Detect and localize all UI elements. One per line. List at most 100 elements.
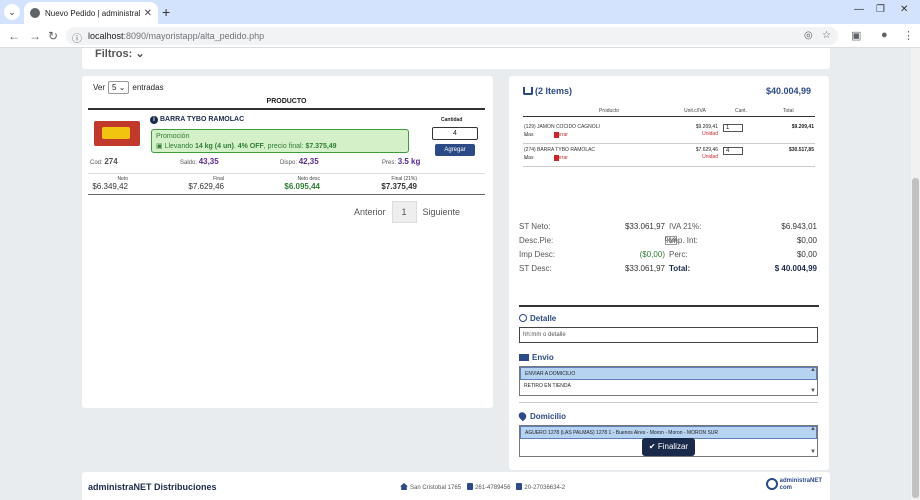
pres-stat: Pres: 3.5 kg [382,157,421,166]
envio-option[interactable]: RETIRO EN TIENDA [520,380,817,393]
page-size-select[interactable]: 5 ⌄ [108,81,130,94]
prev-page-button[interactable]: Anterior [354,207,386,217]
col-unit: Unit.c/IVA [684,108,706,114]
footer-contact: San Cristobal 1765 261-4789456 20-27036634… [400,483,565,491]
page-1-button[interactable]: 1 [391,201,417,223]
footer: administraNET Distribuciones San Cristob… [82,472,830,500]
footer-brand: administraNET Distribuciones [88,482,217,492]
url-host: localhost [88,31,124,41]
forward-icon[interactable]: → [29,29,41,43]
envio-select[interactable]: ENVIAR A DOMICILIO RETIRO EN TIENDA ▲ ▼ [519,366,818,396]
info-icon[interactable]: i [150,116,158,124]
cart-row-total: $9.209,41 [791,124,814,130]
cart-row: (129) JAMON COCIDO CAGNOLI $9.209,41 Uni… [523,122,815,144]
cod-stat: Cod: 274 [90,157,118,166]
saldo-stat: Saldo: 43,35 [180,157,219,166]
final-21-cell: Final (21%) $7.375,49 [381,176,417,191]
totals-row: ST Desc: $33.061,97 Total: $ 40.004,99 [519,264,819,276]
footer-logo: administraNET com [765,478,822,492]
page-size-control: Ver 5 ⌄ entradas [93,81,164,94]
final-cell: Final $7.629,46 [188,176,224,191]
home-icon [400,483,408,490]
scroll-up-icon[interactable]: ▲ [810,426,816,432]
eye-off-icon[interactable]: ◎ [804,30,813,41]
product-column-header: PRODUCTO [88,98,485,110]
truck-icon [519,354,529,361]
imp-int-label: Imp. Int: [669,236,698,245]
col-total: Total [783,108,794,114]
close-window-icon[interactable]: ✕ [900,4,908,15]
url-path: :8090/mayoristapp/alta_pedido.php [123,31,265,41]
scroll-down-icon[interactable]: ▼ [810,449,816,455]
pagination: Anterior 1 Siguiente [354,201,460,223]
cart-row: (274) BARRA TYBO RAMOLAC $7.629,46 Unida… [523,145,815,167]
restore-icon[interactable]: ❐ [876,4,885,15]
entries-label: entradas [132,83,164,92]
total-label: Total: [669,264,691,273]
add-button[interactable]: Agregar [435,144,475,156]
product-image [94,121,140,146]
back-icon[interactable]: ← [8,29,20,43]
minimize-icon[interactable]: — [854,4,864,15]
neto-desc-cell: Neto desc $6.095,44 [284,176,320,191]
quantity-input[interactable]: 4 [432,127,478,140]
cart-row-unit-label: Unidad [702,154,718,160]
reload-icon[interactable]: ↻ [48,29,58,43]
scrollbar-thumb[interactable] [912,178,919,498]
browser-toolbar: ← → ↻ ⓘ localhost:8090/mayoristapp/alta_… [0,24,920,48]
st-neto-value: $33.061,97 [624,222,665,231]
product-name[interactable]: i BARRA TYBO RAMOLAC [150,116,244,124]
bookmark-star-icon[interactable]: ☆ [822,30,831,41]
tab-title: Nuevo Pedido | administraNET ... [45,8,140,18]
scroll-up-icon[interactable]: ▲ [810,367,816,373]
tab-search-icon[interactable]: ⌄ [4,4,20,20]
st-desc-value: $33.061,97 [624,264,665,273]
chevron-down-icon: ⌄ [135,48,145,60]
scroll-down-icon[interactable]: ▼ [810,388,816,394]
logo-icon [765,478,778,490]
cart-icon [523,87,533,95]
cart-card: (2 Items) $40.004,99 Producto Unit.c/IVA… [509,76,829,470]
map-pin-icon [517,410,528,422]
gift-icon: ▣ [156,143,163,150]
cart-header-row: Producto Unit.c/IVA Cant. Total [523,108,815,117]
cart-row-qty-input[interactable]: 1 [723,124,743,132]
cart-row-unit-price: $9.209,41 [695,124,718,130]
next-page-button[interactable]: Siguiente [423,207,461,217]
filters-label[interactable]: Filtros: ⌄ [95,48,145,60]
section-divider [519,402,818,403]
extensions-icon[interactable]: ▣ [851,29,861,42]
browser-tab[interactable]: Nuevo Pedido | administraNET ... ✕ [24,2,158,24]
filters-panel[interactable]: Filtros: ⌄ [82,48,830,69]
address-bar[interactable]: ⓘ localhost:8090/mayoristapp/alta_pedido… [66,27,838,45]
iva-value: $6.943,01 [781,222,817,231]
check-icon: ✔ [648,442,656,451]
product-list-card: Ver 5 ⌄ entradas PRODUCTO i BARRA TYBO RA… [82,76,493,408]
menu-icon[interactable]: ⋮ [903,29,914,42]
finalizar-button[interactable]: ✔ Finalizar [642,438,695,456]
totals-divider [519,305,819,307]
site-info-icon[interactable]: ⓘ [72,30,82,45]
totals-row: ST Neto: $33.061,97 IVA 21%: $6.943,01 [519,222,819,234]
envio-option[interactable]: ENVIAR A DOMICILIO [520,367,817,380]
cart-row-unit-label: Unidad [702,131,718,137]
phone-icon [467,483,474,490]
quantity-label: Cantidad [441,117,463,123]
tab-close-icon[interactable]: ✕ [144,8,152,19]
profile-avatar-icon[interactable]: ● [881,29,888,41]
total-value: $ 40.004,99 [774,264,817,273]
perc-value: $0,00 [796,250,817,259]
table-divider [88,194,485,195]
totals-row: Imp Desc: ($0,00) Perc: $0,00 [519,250,819,262]
new-tab-button[interactable]: + [162,4,170,20]
cart-row-qty-input[interactable]: 4 [723,147,743,155]
promo-box: Promoción ▣ Llevando 14 kg (4 un). 4% OF… [151,129,409,153]
domicilio-section-title: Domicilio [517,410,819,422]
detalle-input[interactable]: hh:mm o detalle [519,327,818,343]
page-scrollbar[interactable] [911,48,920,500]
imp-desc-label: Imp Desc: [519,250,556,259]
detalle-section-title: Detalle [519,314,819,323]
col-cant: Cant. [735,108,747,114]
browser-tab-strip: ⌄ Nuevo Pedido | administraNET ... ✕ + —… [0,0,920,24]
cart-row-total: $30.517,85 [788,147,814,153]
